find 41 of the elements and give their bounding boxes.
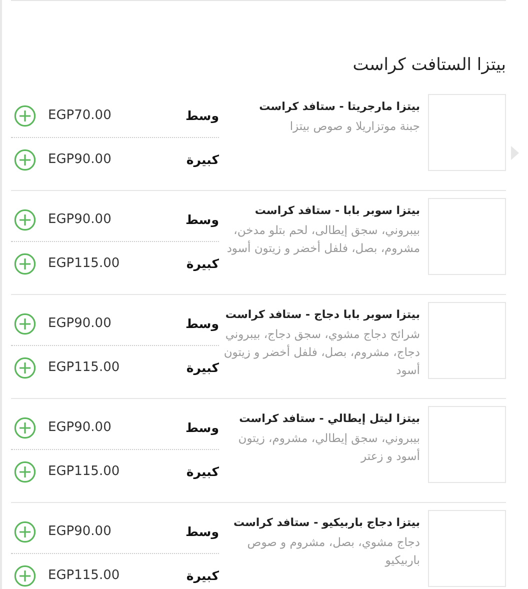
price: EGP115.00: [48, 256, 120, 271]
price: EGP90.00: [48, 152, 112, 167]
price: EGP115.00: [48, 360, 120, 375]
price: EGP90.00: [48, 212, 112, 227]
item-description: بيبروني، سجق إيطالى، لحم بتلو مدخن، مشروم، بصل، فلفل أخضر و زيتون أسود: [226, 222, 420, 257]
item-name: بيتزا سوبر بابا دجاج - ستافد كراست: [224, 308, 420, 321]
add-icon[interactable]: [14, 520, 36, 542]
item-description: جبنة موتزاريلا و صوص بيتزا: [288, 118, 420, 135]
size-label: وسط: [186, 212, 219, 227]
item-name: بيتزا مارجريتا - ستافد كراست: [258, 100, 420, 113]
item-description: بيبروني، سجق إيطالي، مشروم، زيتون أسود و زعتر: [237, 430, 420, 465]
item-description: دجاج مشوي، بصل، مشروم و صوص باربيكيو: [246, 534, 420, 569]
price: EGP115.00: [48, 568, 120, 583]
add-icon[interactable]: [14, 460, 36, 482]
add-icon[interactable]: [14, 148, 36, 170]
item-name: بيتزا سوبر بابا - ستافد كراست: [254, 204, 420, 217]
price: EGP90.00: [48, 420, 112, 435]
size-label: كبيرة: [186, 256, 219, 271]
size-label: وسط: [186, 420, 219, 435]
price: EGP70.00: [48, 108, 112, 123]
add-icon[interactable]: [14, 252, 36, 274]
size-label: وسط: [186, 108, 219, 123]
size-label: وسط: [186, 524, 219, 539]
item-name: بيتزا دجاج باربيكيو - ستافد كراست: [232, 516, 420, 529]
item-description: شرائح دجاج مشوي، سجق دجاج، بيبروني دجاج، مشروم، بصل، فلفل أخضر و زيتون أسود: [222, 326, 420, 379]
size-label: وسط: [186, 316, 219, 331]
size-label: كبيرة: [186, 568, 219, 583]
price: EGP90.00: [48, 316, 112, 331]
price: EGP115.00: [48, 464, 120, 479]
add-icon[interactable]: [14, 564, 36, 586]
add-icon[interactable]: [14, 104, 36, 126]
size-label: كبيرة: [186, 464, 219, 479]
price: EGP90.00: [48, 524, 112, 539]
add-icon[interactable]: [14, 312, 36, 334]
item-name: بيتزا ليتل إيطالي - ستافد كراست: [238, 412, 420, 425]
size-label: كبيرة: [186, 360, 219, 375]
section-title: بيتزا الستافت كراست: [352, 55, 506, 75]
add-icon[interactable]: [14, 208, 36, 230]
add-icon[interactable]: [14, 416, 36, 438]
size-label: كبيرة: [186, 152, 219, 167]
add-icon[interactable]: [14, 356, 36, 378]
